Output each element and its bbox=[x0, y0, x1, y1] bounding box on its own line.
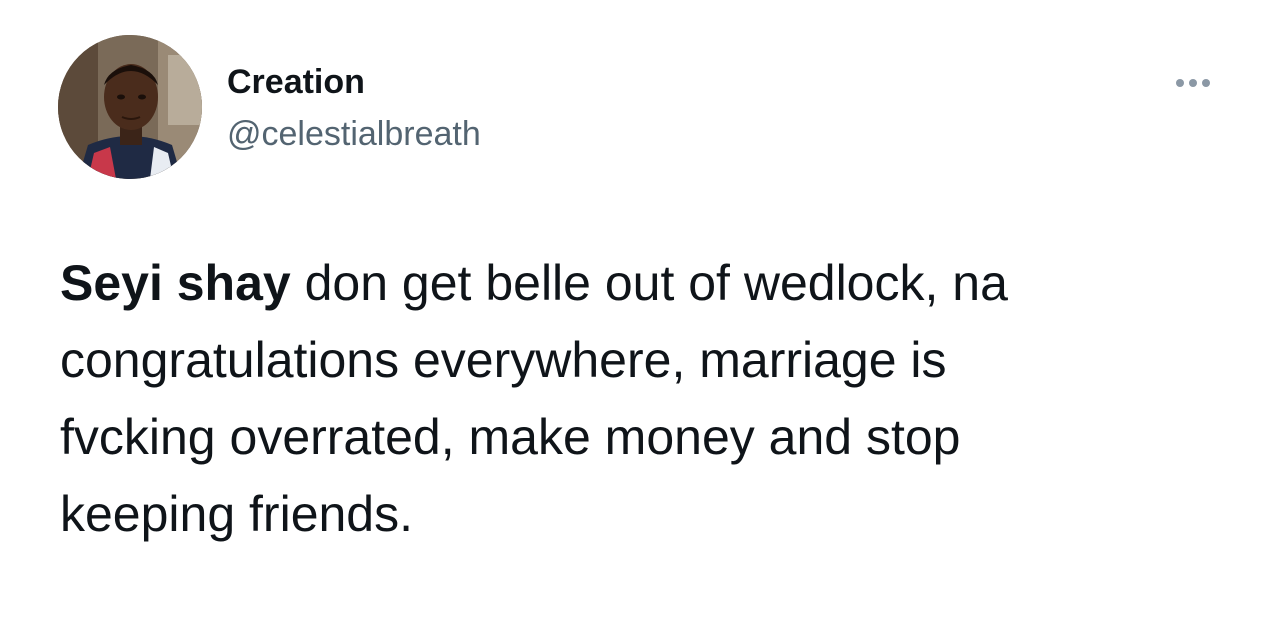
tweet-text-line: congratulations everywhere, marriage is bbox=[60, 332, 947, 388]
display-name[interactable]: Creation bbox=[227, 60, 365, 104]
tweet-text-line: keeping friends. bbox=[60, 486, 414, 542]
tweet-text: Seyi shay don get belle out of wedlock, … bbox=[60, 245, 1230, 553]
more-options-button[interactable] bbox=[1168, 68, 1218, 98]
more-horizontal-icon bbox=[1189, 79, 1197, 87]
more-horizontal-icon bbox=[1202, 79, 1210, 87]
tweet-text-line: fvcking overrated, make money and stop bbox=[60, 409, 961, 465]
user-handle[interactable]: @celestialbreath bbox=[227, 112, 481, 156]
avatar-photo bbox=[58, 35, 202, 179]
avatar[interactable] bbox=[58, 35, 202, 179]
tweet-text-segment: don get belle out of wedlock, na bbox=[290, 255, 1008, 311]
tweet-text-line: Seyi shay don get belle out of wedlock, … bbox=[60, 245, 1230, 322]
more-horizontal-icon bbox=[1176, 79, 1184, 87]
tweet-card: Creation @celestialbreath Seyi shay don … bbox=[0, 0, 1280, 619]
mention-name: Seyi shay bbox=[60, 255, 291, 311]
